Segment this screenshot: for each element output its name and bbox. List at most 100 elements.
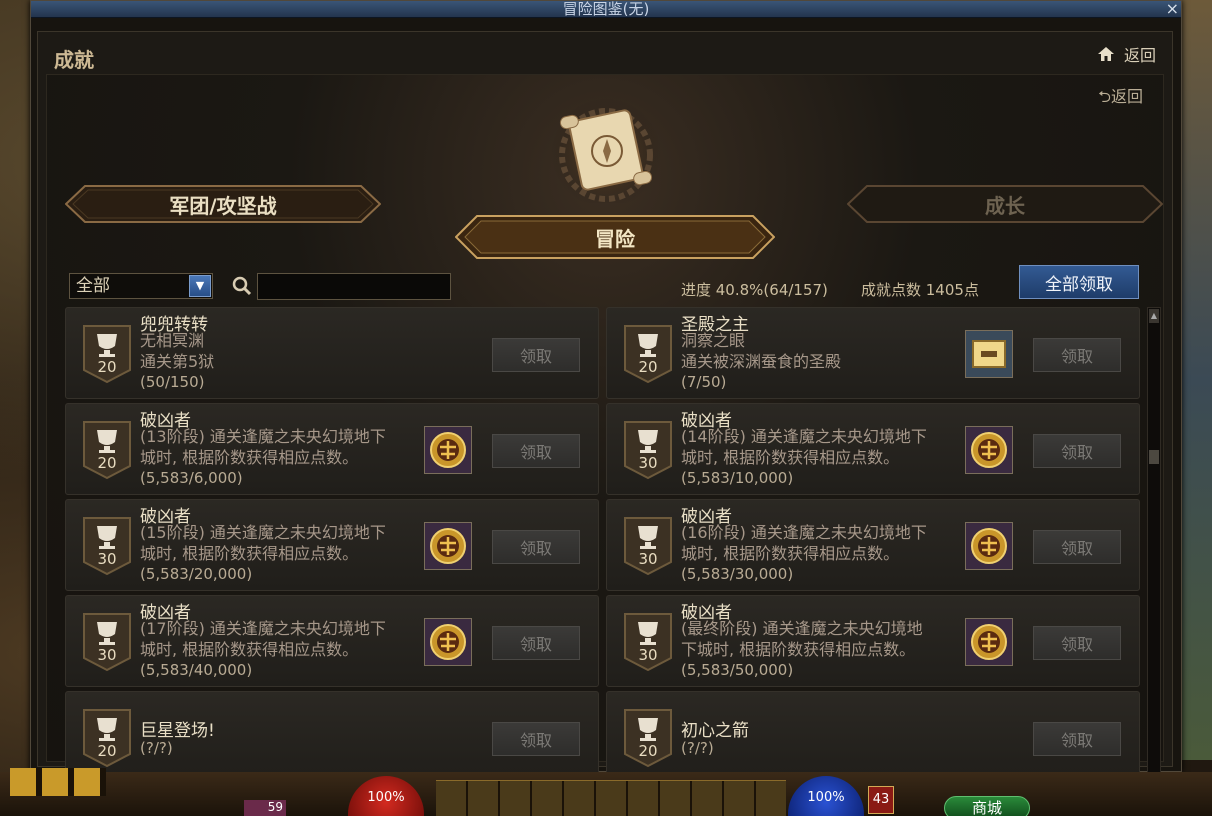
description-line-2: 城时, 根据阶数获得相应点数。 bbox=[681, 544, 900, 563]
trophy-points: 30 bbox=[97, 646, 117, 664]
description-line-1: 无相冥渊 bbox=[140, 331, 205, 350]
description-line-2: 通关第5狱 bbox=[140, 352, 215, 371]
trophy-points: 20 bbox=[97, 742, 117, 760]
trophy-points: 30 bbox=[638, 454, 658, 472]
claim-all-button[interactable]: 全部领取 bbox=[1019, 265, 1139, 299]
achievement-progress: (5,583/6,000) bbox=[140, 469, 243, 487]
category-filter-value: 全部 bbox=[76, 276, 110, 296]
emblem-reward-icon[interactable] bbox=[424, 522, 472, 570]
description-line-2: 城时, 根据阶数获得相应点数。 bbox=[140, 640, 359, 659]
trophy-badge: 30 bbox=[623, 420, 673, 480]
description-line-1: 洞察之眼 bbox=[681, 331, 746, 350]
section-title: 成就 bbox=[54, 48, 94, 72]
achievement-description: (15阶段) 通关逢魔之未央幻境地下 城时, 根据阶数获得相应点数。 (5,58… bbox=[140, 522, 410, 585]
scrollbar-thumb[interactable] bbox=[1149, 450, 1159, 464]
description-line-2: 通关被深渊蚕食的圣殿 bbox=[681, 352, 842, 371]
achievement-description: 无相冥渊 通关第5狱 (50/150) bbox=[140, 330, 214, 393]
emblem-reward-icon[interactable] bbox=[424, 426, 472, 474]
trophy-points: 20 bbox=[638, 742, 658, 760]
trophy-points: 20 bbox=[97, 358, 117, 376]
home-icon bbox=[1097, 46, 1114, 65]
close-icon[interactable]: × bbox=[1166, 0, 1179, 18]
achievement-description: (最终阶段) 通关逢魔之未央幻境地 下城时, 根据阶数获得相应点数。 (5,58… bbox=[681, 618, 951, 681]
achievement-description: (13阶段) 通关逢魔之未央幻境地下 城时, 根据阶数获得相应点数。 (5,58… bbox=[140, 426, 410, 489]
title-scroll-reward-icon[interactable] bbox=[965, 330, 1013, 378]
emblem-reward-icon[interactable] bbox=[965, 426, 1013, 474]
achievement-description: (17阶段) 通关逢魔之未央幻境地下 城时, 根据阶数获得相应点数。 (5,58… bbox=[140, 618, 410, 681]
achievement-card: 30 破凶者 (16阶段) 通关逢魔之未央幻境地下 城时, 根据阶数获得相应点数… bbox=[606, 499, 1140, 591]
search-icon[interactable] bbox=[231, 275, 253, 297]
category-tab-adventure-label: 冒险 bbox=[595, 226, 635, 251]
home-back-label: 返回 bbox=[1123, 46, 1156, 65]
category-tab-legion[interactable]: 军团/攻坚战 bbox=[65, 185, 381, 223]
claim-button[interactable]: 领取 bbox=[1033, 722, 1121, 756]
description-line-2: 城时, 根据阶数获得相应点数。 bbox=[140, 448, 359, 467]
achievement-progress: (50/150) bbox=[140, 373, 205, 391]
achievement-card: 20 破凶者 (13阶段) 通关逢魔之未央幻境地下 城时, 根据阶数获得相应点数… bbox=[65, 403, 599, 495]
category-tab-growth-label: 成长 bbox=[985, 193, 1025, 218]
description-line-2: 城时, 根据阶数获得相应点数。 bbox=[140, 544, 359, 563]
trophy-badge: 20 bbox=[82, 420, 132, 480]
trophy-badge: 30 bbox=[82, 516, 132, 576]
claim-button[interactable]: 领取 bbox=[1033, 530, 1121, 564]
adventure-guide-window: 冒险图鉴(无) × 成就 返回 ⮌返回 军团/攻坚战 成长 冒险 全部 ▼ 进度… bbox=[30, 0, 1182, 789]
shop-button[interactable]: 商城 bbox=[944, 796, 1030, 816]
level-badge: 43 bbox=[868, 786, 894, 814]
completion-progress: 进度 40.8%(64/157) bbox=[681, 281, 828, 299]
trophy-points: 20 bbox=[638, 358, 658, 376]
achievement-progress: (5,583/30,000) bbox=[681, 565, 794, 583]
item-count: 59 bbox=[244, 800, 286, 816]
skill-bar[interactable] bbox=[436, 780, 786, 816]
emblem-reward-icon[interactable] bbox=[965, 522, 1013, 570]
trophy-points: 30 bbox=[638, 550, 658, 568]
achievement-progress: (5,583/50,000) bbox=[681, 661, 794, 679]
claim-button[interactable]: 领取 bbox=[492, 338, 580, 372]
claim-button[interactable]: 领取 bbox=[492, 722, 580, 756]
scroll-up-icon[interactable]: ▲ bbox=[1149, 309, 1159, 323]
achievement-progress: (5,583/10,000) bbox=[681, 469, 794, 487]
category-tab-growth[interactable]: 成长 bbox=[847, 185, 1163, 223]
achievement-card: 30 破凶者 (17阶段) 通关逢魔之未央幻境地下 城时, 根据阶数获得相应点数… bbox=[65, 595, 599, 687]
achievement-progress: (?/?) bbox=[681, 739, 714, 757]
quick-item-slots[interactable] bbox=[10, 768, 106, 796]
achievement-description: 洞察之眼 通关被深渊蚕食的圣殿 (7/50) bbox=[681, 330, 841, 393]
trophy-points: 20 bbox=[97, 454, 117, 472]
claim-button[interactable]: 领取 bbox=[492, 626, 580, 660]
inner-back-button[interactable]: ⮌返回 bbox=[1098, 83, 1143, 113]
trophy-badge: 30 bbox=[623, 612, 673, 672]
scroll-compass-emblem bbox=[539, 93, 673, 208]
description-line-1: (13阶段) 通关逢魔之未央幻境地下 bbox=[140, 427, 386, 446]
claim-button[interactable]: 领取 bbox=[492, 530, 580, 564]
claim-button[interactable]: 领取 bbox=[1033, 626, 1121, 660]
trophy-badge: 20 bbox=[82, 324, 132, 384]
claim-button[interactable]: 领取 bbox=[1033, 338, 1121, 372]
search-input[interactable] bbox=[257, 273, 451, 300]
achievement-frame: 成就 返回 ⮌返回 军团/攻坚战 成长 冒险 全部 ▼ 进度 40.8%(64/… bbox=[37, 31, 1173, 789]
achievement-card: 30 破凶者 (最终阶段) 通关逢魔之未央幻境地 下城时, 根据阶数获得相应点数… bbox=[606, 595, 1140, 687]
achievement-list-scrollbar[interactable]: ▲ ▼ bbox=[1147, 307, 1161, 789]
claim-button[interactable]: 领取 bbox=[1033, 434, 1121, 468]
achievement-card: 20 巨星登场! (?/?) 领取 bbox=[65, 691, 599, 783]
trophy-badge: 20 bbox=[623, 324, 673, 384]
category-tab-adventure[interactable]: 冒险 bbox=[455, 215, 775, 259]
chevron-down-icon[interactable]: ▼ bbox=[189, 275, 211, 297]
category-tab-legion-label: 军团/攻坚战 bbox=[169, 193, 277, 218]
trophy-badge: 20 bbox=[82, 708, 132, 768]
home-back-button[interactable]: 返回 bbox=[1097, 42, 1156, 66]
emblem-reward-icon[interactable] bbox=[965, 618, 1013, 666]
achievement-progress: (5,583/20,000) bbox=[140, 565, 253, 583]
description-line-1: (17阶段) 通关逢魔之未央幻境地下 bbox=[140, 619, 386, 638]
emblem-reward-icon[interactable] bbox=[424, 618, 472, 666]
achievement-progress: (7/50) bbox=[681, 373, 727, 391]
category-filter-dropdown[interactable]: 全部 ▼ bbox=[69, 273, 213, 299]
description-line-1: (最终阶段) 通关逢魔之未央幻境地 bbox=[681, 619, 923, 638]
window-titlebar[interactable]: 冒险图鉴(无) × bbox=[31, 0, 1181, 18]
claim-button[interactable]: 领取 bbox=[492, 434, 580, 468]
trophy-badge: 30 bbox=[623, 516, 673, 576]
achievement-panel: ⮌返回 军团/攻坚战 成长 冒险 全部 ▼ 进度 40.8%(64/157) 成… bbox=[46, 74, 1164, 789]
achievement-description: (?/?) bbox=[140, 738, 173, 759]
achievement-card: 20 圣殿之主 洞察之眼 通关被深渊蚕食的圣殿 (7/50) 领取 bbox=[606, 307, 1140, 399]
achievement-card: 20 兜兜转转 无相冥渊 通关第5狱 (50/150) 领取 bbox=[65, 307, 599, 399]
achievement-card: 30 破凶者 (14阶段) 通关逢魔之未央幻境地下 城时, 根据阶数获得相应点数… bbox=[606, 403, 1140, 495]
description-line-1: (15阶段) 通关逢魔之未央幻境地下 bbox=[140, 523, 386, 542]
